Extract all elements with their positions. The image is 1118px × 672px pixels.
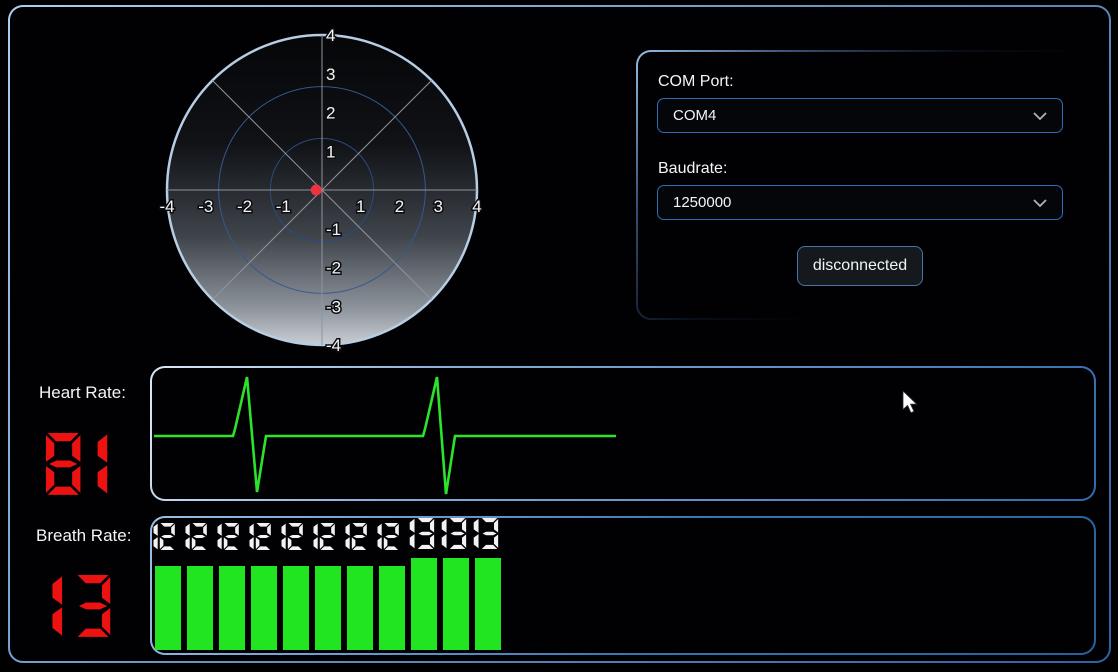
app-window: -4-3-2-112344321-1-2-3-4 COM Port: COM4 … xyxy=(0,0,1118,672)
ecg-waveform xyxy=(152,368,1094,499)
heart-rate-seven-segment-display xyxy=(46,433,118,497)
svg-text:-2: -2 xyxy=(326,259,341,278)
svg-text:-4: -4 xyxy=(159,197,174,216)
baudrate-selected-value: 1250000 xyxy=(673,194,731,211)
svg-text:3: 3 xyxy=(326,65,335,84)
connection-status-button[interactable]: disconnected xyxy=(797,246,923,286)
svg-text:2: 2 xyxy=(395,197,404,216)
svg-text:1: 1 xyxy=(356,197,365,216)
com-port-label: COM Port: xyxy=(658,73,734,91)
svg-text:-3: -3 xyxy=(198,197,213,216)
chevron-down-icon xyxy=(1032,198,1048,208)
svg-text:4: 4 xyxy=(472,197,481,216)
polar-position-display: -4 -3 -2 -1 1 2 3 4 4 3 2 1 -1 -2 -3 -4 xyxy=(140,8,520,368)
baudrate-select[interactable]: 1250000 xyxy=(657,185,1063,220)
breath-rate-label: Breath Rate: xyxy=(36,526,131,546)
svg-text:-1: -1 xyxy=(276,197,291,216)
mouse-cursor xyxy=(901,390,923,416)
svg-text:-3: -3 xyxy=(326,297,341,316)
svg-text:1: 1 xyxy=(326,142,335,161)
breath-rate-seven-segment-display xyxy=(49,575,121,639)
breath-rate-bar-chart xyxy=(152,540,1094,652)
com-port-select[interactable]: COM4 xyxy=(657,98,1063,133)
chevron-down-icon xyxy=(1032,111,1048,121)
svg-text:-1: -1 xyxy=(326,220,341,239)
svg-text:4: 4 xyxy=(326,26,335,45)
baudrate-label: Baudrate: xyxy=(658,160,727,178)
svg-text:-2: -2 xyxy=(237,197,252,216)
svg-text:3: 3 xyxy=(434,197,443,216)
com-port-selected-value: COM4 xyxy=(673,107,716,124)
heart-rate-label: Heart Rate: xyxy=(39,383,126,403)
svg-text:-4: -4 xyxy=(326,336,341,355)
svg-text:2: 2 xyxy=(326,104,335,123)
